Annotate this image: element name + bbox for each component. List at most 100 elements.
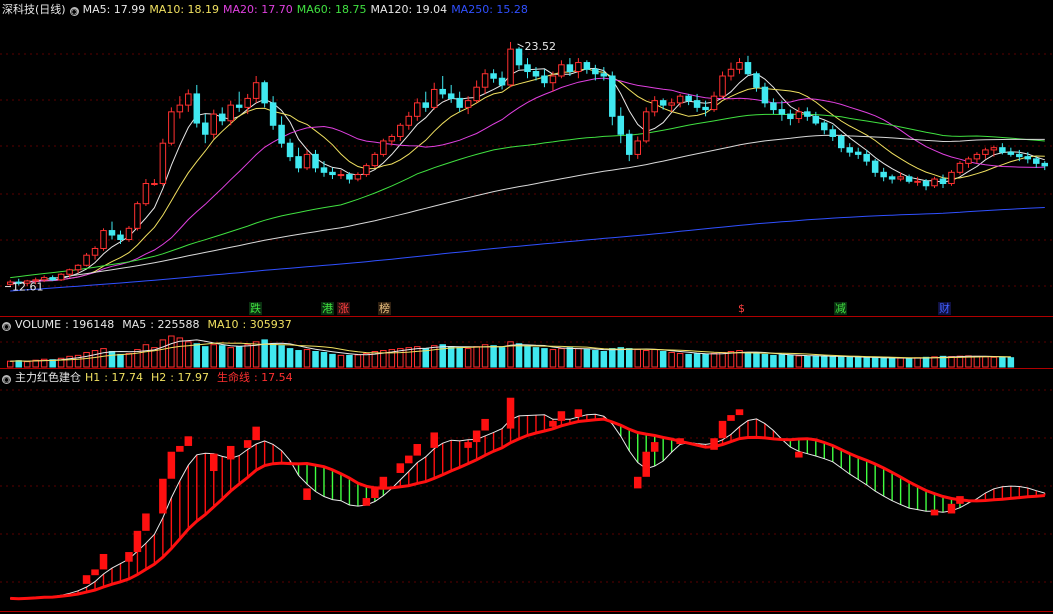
candle: [1016, 153, 1023, 158]
indicator-block: [125, 552, 133, 562]
indicator-block: [413, 444, 422, 456]
volume-bar: [481, 344, 489, 368]
candle: [905, 176, 913, 182]
ma250-line: [10, 207, 1045, 292]
volume-bar: [549, 349, 557, 368]
volume-bar: [405, 347, 413, 368]
candle: [837, 135, 845, 149]
volume-bar: [244, 344, 251, 368]
candle: [871, 160, 879, 173]
volume-bar: [795, 355, 803, 368]
volume-bar: [227, 347, 234, 368]
candle: [142, 183, 150, 205]
candle: [854, 151, 862, 155]
volume-bar: [812, 355, 820, 368]
indicator-block: [727, 415, 735, 421]
volume-bar: [609, 348, 616, 368]
candle: [846, 147, 853, 153]
high-arrow: [517, 43, 524, 48]
volume-bar: [829, 356, 837, 368]
candle: [261, 82, 268, 104]
candle: [185, 93, 192, 106]
candle: [235, 104, 243, 108]
volume-bar: [617, 347, 625, 368]
volume-bar: [218, 345, 226, 368]
volume-bar: [668, 351, 675, 368]
volume-bar: [863, 357, 870, 368]
candle: [464, 100, 472, 108]
candle: [549, 75, 557, 84]
candle: [329, 171, 336, 176]
event-marker[interactable]: 跌: [249, 302, 262, 315]
volume-bar: [600, 351, 608, 368]
indicator-block: [396, 463, 405, 473]
volume-bar: [804, 355, 811, 368]
chart-canvas[interactable]: 23.52 12.61: [0, 0, 1053, 614]
candle: [168, 111, 175, 144]
volume-bar: [787, 354, 794, 368]
candle: [626, 133, 633, 155]
candle: [134, 203, 141, 229]
candle: [863, 153, 870, 162]
low-price-label: 12.61: [12, 281, 44, 294]
volume-bar: [837, 356, 845, 368]
volume-bar: [346, 354, 353, 368]
volume-bar: [15, 360, 22, 368]
volume-bar: [303, 349, 311, 368]
indicator-block: [947, 503, 956, 514]
event-marker[interactable]: 港: [321, 302, 334, 315]
candle: [558, 64, 565, 77]
candle: [609, 75, 616, 117]
candle: [965, 158, 972, 164]
indicator-block: [303, 488, 311, 500]
volume-bar: [888, 357, 896, 368]
event-marker[interactable]: $: [737, 302, 746, 315]
candle: [125, 227, 133, 241]
indicator-block: [252, 426, 260, 441]
volume-bar: [269, 343, 277, 368]
candle: [642, 111, 650, 142]
candle: [617, 115, 625, 135]
volume-bar: [193, 343, 201, 368]
candle: [880, 171, 887, 178]
candle: [40, 277, 48, 281]
indicator-block: [930, 509, 939, 516]
volume-bar: [1007, 357, 1015, 368]
indicator-block: [379, 476, 388, 489]
candle: [761, 86, 769, 104]
candle: [829, 129, 837, 137]
event-marker[interactable]: 涨: [337, 302, 350, 315]
candle: [83, 254, 90, 266]
candle: [719, 75, 726, 97]
volume-bar: [914, 357, 921, 368]
stock-chart-window: 深科技(日线) ◉ MA5: 17.99 MA10: 18.19 MA20: 17.70…: [0, 0, 1053, 614]
volume-bar: [973, 355, 981, 368]
indicator-block: [710, 438, 718, 450]
event-marker[interactable]: 榜: [378, 302, 391, 315]
indicator-block: [557, 411, 566, 421]
volume-bar: [532, 347, 540, 368]
volume-bar: [473, 346, 480, 368]
candle: [414, 102, 421, 117]
candle: [66, 269, 73, 275]
candle: [1024, 156, 1032, 160]
volume-bar: [329, 353, 336, 368]
volume-bar: [558, 348, 565, 368]
indicator-block: [371, 488, 379, 499]
volume-bar: [295, 350, 302, 368]
volume-bar: [990, 356, 998, 368]
event-marker[interactable]: 财: [938, 302, 951, 315]
candle: [931, 178, 938, 187]
volume-bar: [498, 347, 506, 368]
candle: [804, 111, 811, 117]
candle: [1041, 162, 1049, 167]
candle: [939, 178, 947, 185]
volume-bar: [931, 356, 938, 368]
candle: [956, 162, 964, 173]
candle: [286, 142, 294, 158]
volume-bar: [524, 345, 531, 368]
event-marker[interactable]: 减: [834, 302, 847, 315]
volume-bar: [592, 350, 599, 368]
volume-bar: [337, 354, 345, 368]
ma60-line: [10, 113, 1045, 279]
